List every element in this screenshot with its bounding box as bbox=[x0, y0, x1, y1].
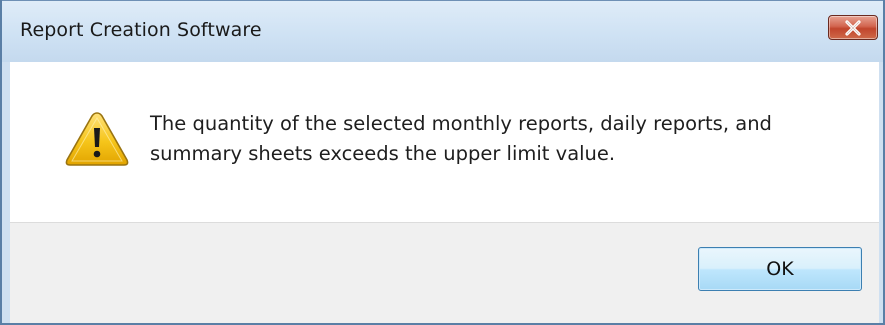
title-bar[interactable]: Report Creation Software bbox=[2, 0, 883, 62]
ok-button[interactable]: OK bbox=[698, 247, 862, 291]
dialog-window: Report Creation Software The quantity of… bbox=[0, 0, 885, 325]
close-icon bbox=[845, 20, 861, 36]
close-button[interactable] bbox=[828, 15, 878, 40]
dialog-content: The quantity of the selected monthly rep… bbox=[10, 62, 879, 222]
dialog-footer: OK bbox=[10, 222, 879, 323]
dialog-message: The quantity of the selected monthly rep… bbox=[150, 112, 772, 165]
dialog-title: Report Creation Software bbox=[20, 19, 262, 41]
warning-icon bbox=[65, 112, 129, 166]
